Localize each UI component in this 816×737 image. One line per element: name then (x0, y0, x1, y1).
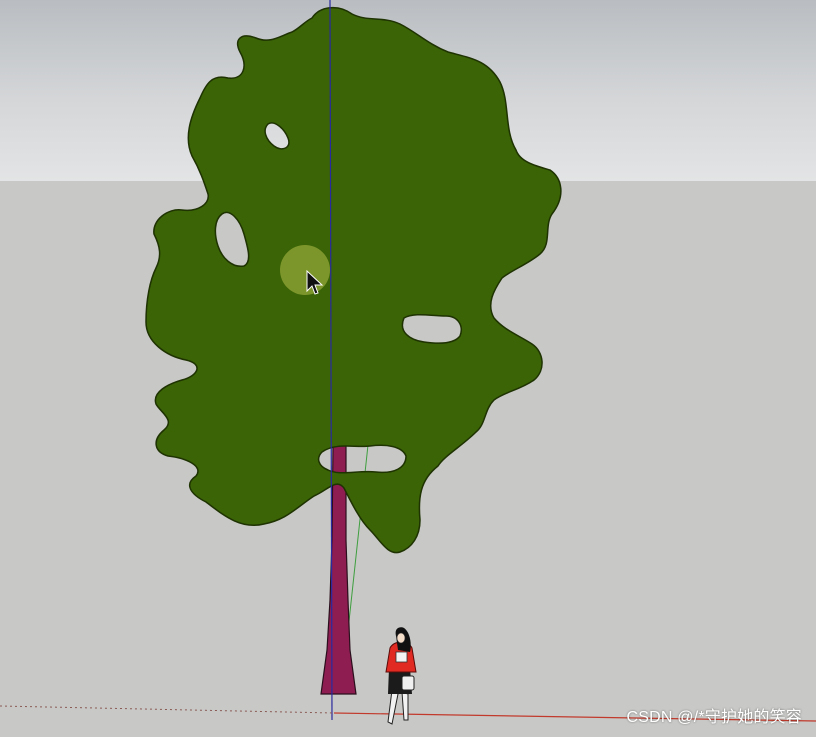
scene-canvas[interactable] (0, 0, 816, 737)
red-axis-hidden (0, 705, 335, 714)
arrow-cursor-icon (280, 245, 330, 295)
csdn-watermark: CSDN @/*守护她的笑容 (626, 709, 802, 726)
modeling-viewport[interactable]: CSDN @/*守护她的笑容 (0, 0, 816, 737)
tree-canopy[interactable] (145, 6, 562, 554)
scale-figure-icon[interactable] (385, 627, 417, 725)
